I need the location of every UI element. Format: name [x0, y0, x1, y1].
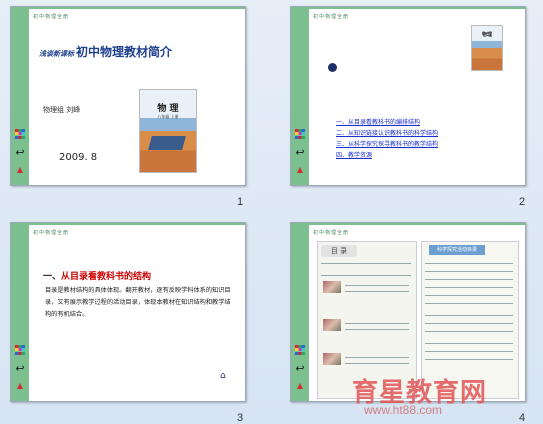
- author-text: 物理组 刘峰: [43, 106, 81, 114]
- activity-line: [425, 315, 513, 316]
- section-heading: 一、从目录看教科书的结构: [43, 269, 151, 282]
- contents-thumbnail: [323, 319, 341, 331]
- date-text: 2009. 8: [59, 152, 98, 163]
- slide-topbar: [309, 7, 525, 9]
- hook-icon: ↩: [15, 362, 25, 375]
- mosaic-icon: [295, 345, 305, 355]
- slide-number-1: 1: [237, 196, 244, 208]
- contents-line: [321, 275, 411, 276]
- title-main: 初中物理教材简介: [76, 45, 173, 59]
- contents-line: [345, 285, 409, 286]
- mosaic-icon: [15, 129, 25, 139]
- slide-number-3: 3: [237, 412, 244, 424]
- outline-link-3[interactable]: 三、从科学探究探寻教科书的教学结构: [336, 139, 438, 150]
- activity-line: [425, 359, 513, 360]
- hook-icon: ↩: [295, 146, 305, 159]
- heading-text: 从目录看教科书的结构: [61, 272, 152, 282]
- book-subtitle: 八年级 上册: [157, 114, 179, 119]
- outline-list: 一、从目录看教科书的编排结构 二、从知识链接认识教科书的科学结构 三、从科学探究…: [336, 117, 438, 161]
- activity-line: [425, 351, 513, 352]
- contents-line: [321, 263, 411, 264]
- heading-prefix: 一、: [43, 272, 62, 282]
- textbook-cover-image: 物理: [471, 25, 503, 71]
- mosaic-icon: [15, 345, 25, 355]
- book-title: 物 理: [157, 104, 179, 114]
- activity-line: [425, 271, 513, 272]
- slide-number-4: 4: [519, 412, 526, 424]
- bullet-dot: [328, 63, 337, 72]
- activity-line: [425, 303, 513, 304]
- slide-topbar: [309, 223, 525, 225]
- contents-tab: 目 录: [321, 245, 357, 257]
- book-title: 物理: [481, 32, 492, 38]
- outline-link-4[interactable]: 四、教学资源: [336, 150, 438, 161]
- slide-header: 初中物理全册: [33, 14, 70, 20]
- page-title: 浅谈新课标 初中物理教材简介: [39, 43, 172, 60]
- mosaic-icon: [295, 129, 305, 139]
- hook-icon: ↩: [295, 362, 305, 375]
- activity-line: [425, 331, 513, 332]
- hook-icon: ↩: [15, 146, 25, 159]
- slide-thumbnail-3[interactable]: 初中物理全册 ↩ ▲ 一、从目录看教科书的结构 目录是教材结构的具体体现。翻开教…: [10, 222, 246, 402]
- outline-link-1[interactable]: 一、从目录看教科书的编排结构: [336, 117, 438, 128]
- slide-thumbnail-2[interactable]: 初中物理全册 ↩ ▲ 物理 一、从目录看教科书的编排结构 二、从知识链接认识教科…: [290, 6, 526, 186]
- slide-header: 初中物理全册: [313, 230, 350, 236]
- runner-icon: ▲: [296, 165, 304, 174]
- slide-topbar: [29, 223, 245, 225]
- contents-thumbnail: [323, 353, 341, 365]
- activity-line: [425, 295, 513, 296]
- slide-header: 初中物理全册: [33, 230, 70, 236]
- slide-topbar: [29, 7, 245, 9]
- watermark-url: www.ht88.com: [364, 403, 443, 417]
- contents-line: [345, 291, 409, 292]
- runner-icon: ▲: [296, 381, 304, 390]
- activity-line: [425, 279, 513, 280]
- slide-header: 初中物理全册: [313, 14, 350, 20]
- outline-link-2[interactable]: 二、从知识链接认识教科书的科学结构: [336, 128, 438, 139]
- solar-panel-graphic: [148, 136, 186, 150]
- runner-icon: ▲: [16, 165, 24, 174]
- activity-line: [425, 263, 513, 264]
- contents-line: [345, 323, 409, 324]
- contents-thumbnail: [323, 281, 341, 293]
- runner-icon: ▲: [16, 381, 24, 390]
- body-paragraph: 目录是教材结构的具体体现。翻开教材，逐有反映学科体系的知识目录，又有展示教学过程…: [45, 287, 231, 318]
- contents-line: [345, 357, 409, 358]
- slide-number-2: 2: [519, 196, 526, 208]
- contents-line: [345, 363, 409, 364]
- home-icon[interactable]: ⌂: [220, 371, 226, 381]
- activity-line: [425, 323, 513, 324]
- activity-contents-tab: 科学探究活动目录: [429, 245, 485, 255]
- textbook-cover-image: 物 理 八年级 上册: [139, 89, 197, 173]
- activity-line: [425, 343, 513, 344]
- title-prefix: 浅谈新课标: [39, 50, 74, 58]
- slide-thumbnail-1[interactable]: 初中物理全册 ↩ ▲ 浅谈新课标 初中物理教材简介 物理组 刘峰 2009. 8 …: [10, 6, 246, 186]
- contents-line: [345, 329, 409, 330]
- activity-line: [425, 287, 513, 288]
